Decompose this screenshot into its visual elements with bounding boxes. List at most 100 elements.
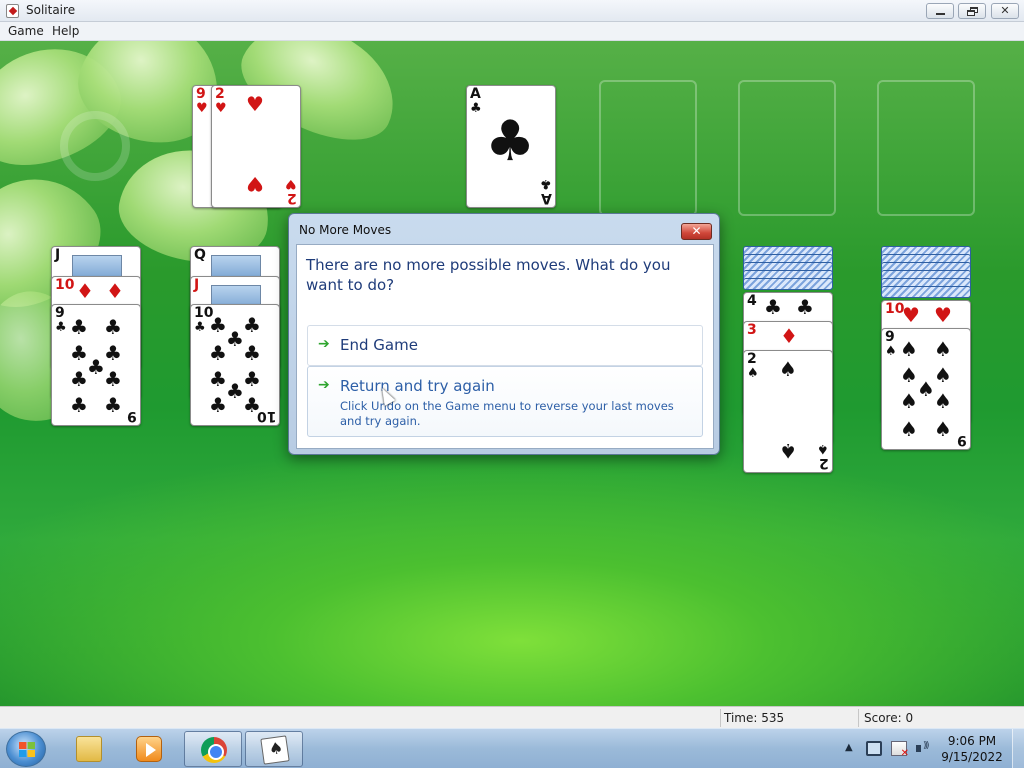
waste-card-top[interactable]: 2 ♥ ♥ ♥ 2 ♥ [211, 85, 301, 208]
card-suit-icon: ♥ [196, 101, 208, 116]
card-pip-icon: ♥ [934, 303, 952, 327]
end-game-label: End Game [340, 336, 418, 354]
end-game-command[interactable]: ➔ End Game [307, 325, 703, 366]
card-rank: 2 [819, 455, 829, 471]
tableau-card[interactable]: 9 ♠ ♠ ♠ ♠ ♠ ♠ ♠ ♠ ♠ ♠ 9 [881, 328, 971, 450]
card-suit-icon: ♣ [55, 320, 67, 335]
taskbar-chrome[interactable] [184, 731, 242, 767]
start-button[interactable] [6, 731, 46, 767]
windows-logo-icon [19, 742, 35, 757]
card-pip-icon: ♦ [76, 279, 94, 303]
card-suit-icon: ♣ [194, 320, 206, 335]
taskbar-explorer[interactable] [60, 731, 118, 767]
face-down-card [743, 278, 833, 290]
system-clock[interactable]: 9:06 PM 9/15/2022 [940, 733, 1004, 765]
foundation-slot-empty[interactable] [738, 80, 836, 216]
card-pip-icon: ♣ [209, 313, 227, 337]
tableau-card[interactable]: 2 ♠ ♠ ♠ 2 ♠ [743, 350, 833, 473]
card-pip-icon: ♣ [70, 367, 88, 391]
card-rank: 4 [747, 293, 757, 309]
card-suit-icon: ♠ [885, 344, 897, 359]
card-pip-icon: ♠ [934, 363, 952, 387]
taskbar-solitaire[interactable] [245, 731, 303, 767]
taskbar: ▲ 9:06 PM 9/15/2022 [0, 728, 1024, 768]
card-rank: 3 [747, 322, 757, 338]
card-pip-icon: ♣ [243, 341, 261, 365]
card-pip-icon: ♣ [209, 367, 227, 391]
card-pip-icon: ♠ [900, 363, 918, 387]
card-pip-icon: ♠ [900, 417, 918, 441]
score-display: Score: 0 [864, 711, 914, 725]
card-suit-icon: ♥ [215, 101, 227, 116]
menu-help[interactable]: Help [52, 24, 79, 38]
card-pip-icon: ♣ [70, 393, 88, 417]
card-pip-icon: ♣ [104, 341, 122, 365]
dialog-title: No More Moves [299, 223, 392, 237]
card-rank: A [541, 190, 552, 206]
foundation-slot-empty[interactable] [599, 80, 697, 216]
status-bar: Time: 535 Score: 0 [0, 706, 1024, 728]
card-rank: Q [194, 247, 206, 263]
foundation-slot-empty[interactable] [877, 80, 975, 216]
card-suit-icon: ♠ [747, 366, 759, 381]
card-rank: 2 [287, 190, 297, 206]
show-hidden-icons-icon[interactable]: ▲ [845, 742, 853, 753]
restore-icon-back [967, 10, 975, 16]
close-icon: ✕ [691, 224, 702, 238]
card-pip-icon: ♠ [779, 357, 797, 381]
card-rank: 10 [256, 408, 276, 424]
card-rank: 2 [747, 351, 757, 367]
menu-bar: Game Help [0, 22, 1024, 41]
card-rank: 9 [957, 432, 967, 448]
taskbar-media-player[interactable] [120, 731, 178, 767]
green-arrow-icon: ➔ [318, 336, 330, 352]
ring-decoration [60, 111, 130, 181]
show-desktop-button[interactable] [1012, 729, 1024, 768]
card-pip-icon: ♣ [209, 393, 227, 417]
card-pip-icon: ♣ [796, 295, 814, 319]
no-more-moves-dialog: No More Moves ✕ There are no more possib… [288, 213, 720, 455]
card-pip-icon: ♥ [246, 92, 264, 116]
card-pip-icon: ♠ [917, 377, 935, 401]
return-and-try-again-command[interactable]: ➔ Return and try again Click Undo on the… [307, 366, 703, 437]
card-pip-icon: ♣ [226, 327, 244, 351]
clock-date: 9/15/2022 [941, 750, 1003, 764]
close-icon: ✕ [1000, 4, 1010, 17]
volume-icon[interactable] [915, 741, 931, 756]
card-pip-icon: ♣ [209, 341, 227, 365]
return-and-try-again-label: Return and try again [340, 377, 495, 395]
title-bar[interactable]: Solitaire ✕ [0, 0, 1024, 22]
dialog-close-button[interactable]: ✕ [681, 223, 712, 240]
card-pip-icon: ♠ [934, 417, 952, 441]
menu-game[interactable]: Game [8, 24, 44, 38]
card-rank: 9 [885, 329, 895, 345]
card-pip-icon: ♣ [70, 341, 88, 365]
card-rank: 9 [127, 408, 137, 424]
minimize-icon [936, 13, 945, 15]
dialog-content: There are no more possible moves. What d… [296, 244, 714, 449]
tableau-card[interactable]: 10 ♣ ♣ ♣ ♣ ♣ ♣ ♣ ♣ ♣ ♣ ♣ 10 [190, 304, 280, 426]
return-and-try-again-note: Click Undo on the Game menu to reverse y… [340, 399, 674, 428]
card-pip-icon: ♦ [780, 324, 798, 348]
card-pip-icon: ♦ [106, 279, 124, 303]
card-rank: 2 [215, 86, 225, 102]
card-pip-icon: ♠ [934, 337, 952, 361]
close-window-button[interactable]: ✕ [991, 3, 1019, 19]
network-icon[interactable] [866, 741, 882, 756]
card-pip-icon: ♣ [87, 355, 105, 379]
minimize-button[interactable] [926, 3, 954, 19]
card-rank: J [55, 247, 61, 263]
card-rank: A [470, 86, 481, 102]
card-pip-icon: ♣ [226, 379, 244, 403]
face-down-card [881, 286, 971, 298]
card-pip-icon: ♥ [246, 172, 264, 196]
card-pip-icon: ♠ [934, 389, 952, 413]
card-pip-icon: ♣ [104, 315, 122, 339]
restore-button[interactable] [958, 3, 986, 19]
tableau-card[interactable]: 9 ♣ ♣ ♣ ♣ ♣ ♣ ♣ ♣ ♣ ♣ 9 [51, 304, 141, 426]
card-pip-icon: ♣ [104, 367, 122, 391]
card-pip-icon: ♣ [70, 315, 88, 339]
action-center-icon[interactable] [891, 741, 909, 759]
foundation-card-ace[interactable]: A ♣ ♣ A ♣ [466, 85, 556, 208]
card-suit-icon: ♠ [817, 441, 829, 456]
